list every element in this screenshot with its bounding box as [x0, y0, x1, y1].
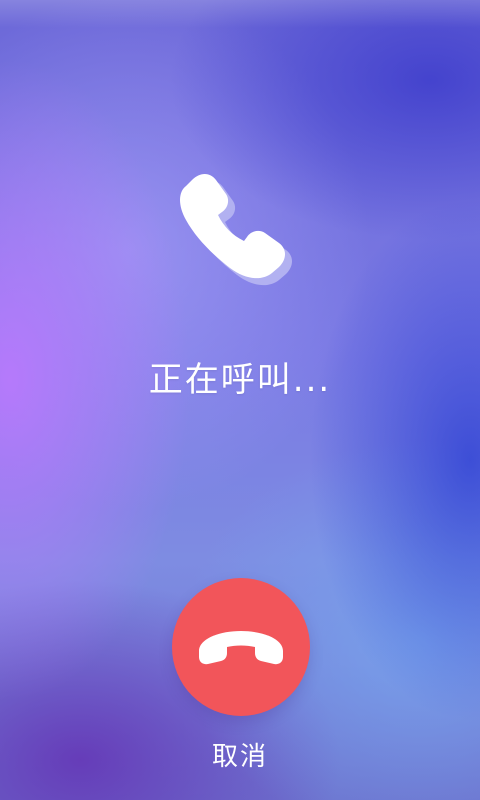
cancel-label: 取消 — [211, 742, 268, 772]
calling-screen: 正在呼叫... 取消 — [0, 0, 480, 800]
phone-hangup-icon — [199, 631, 283, 665]
phone-icon — [180, 174, 292, 286]
hangup-button[interactable] — [172, 578, 310, 716]
calling-status-text: 正在呼叫... — [148, 360, 332, 400]
status-bar — [0, 0, 480, 28]
